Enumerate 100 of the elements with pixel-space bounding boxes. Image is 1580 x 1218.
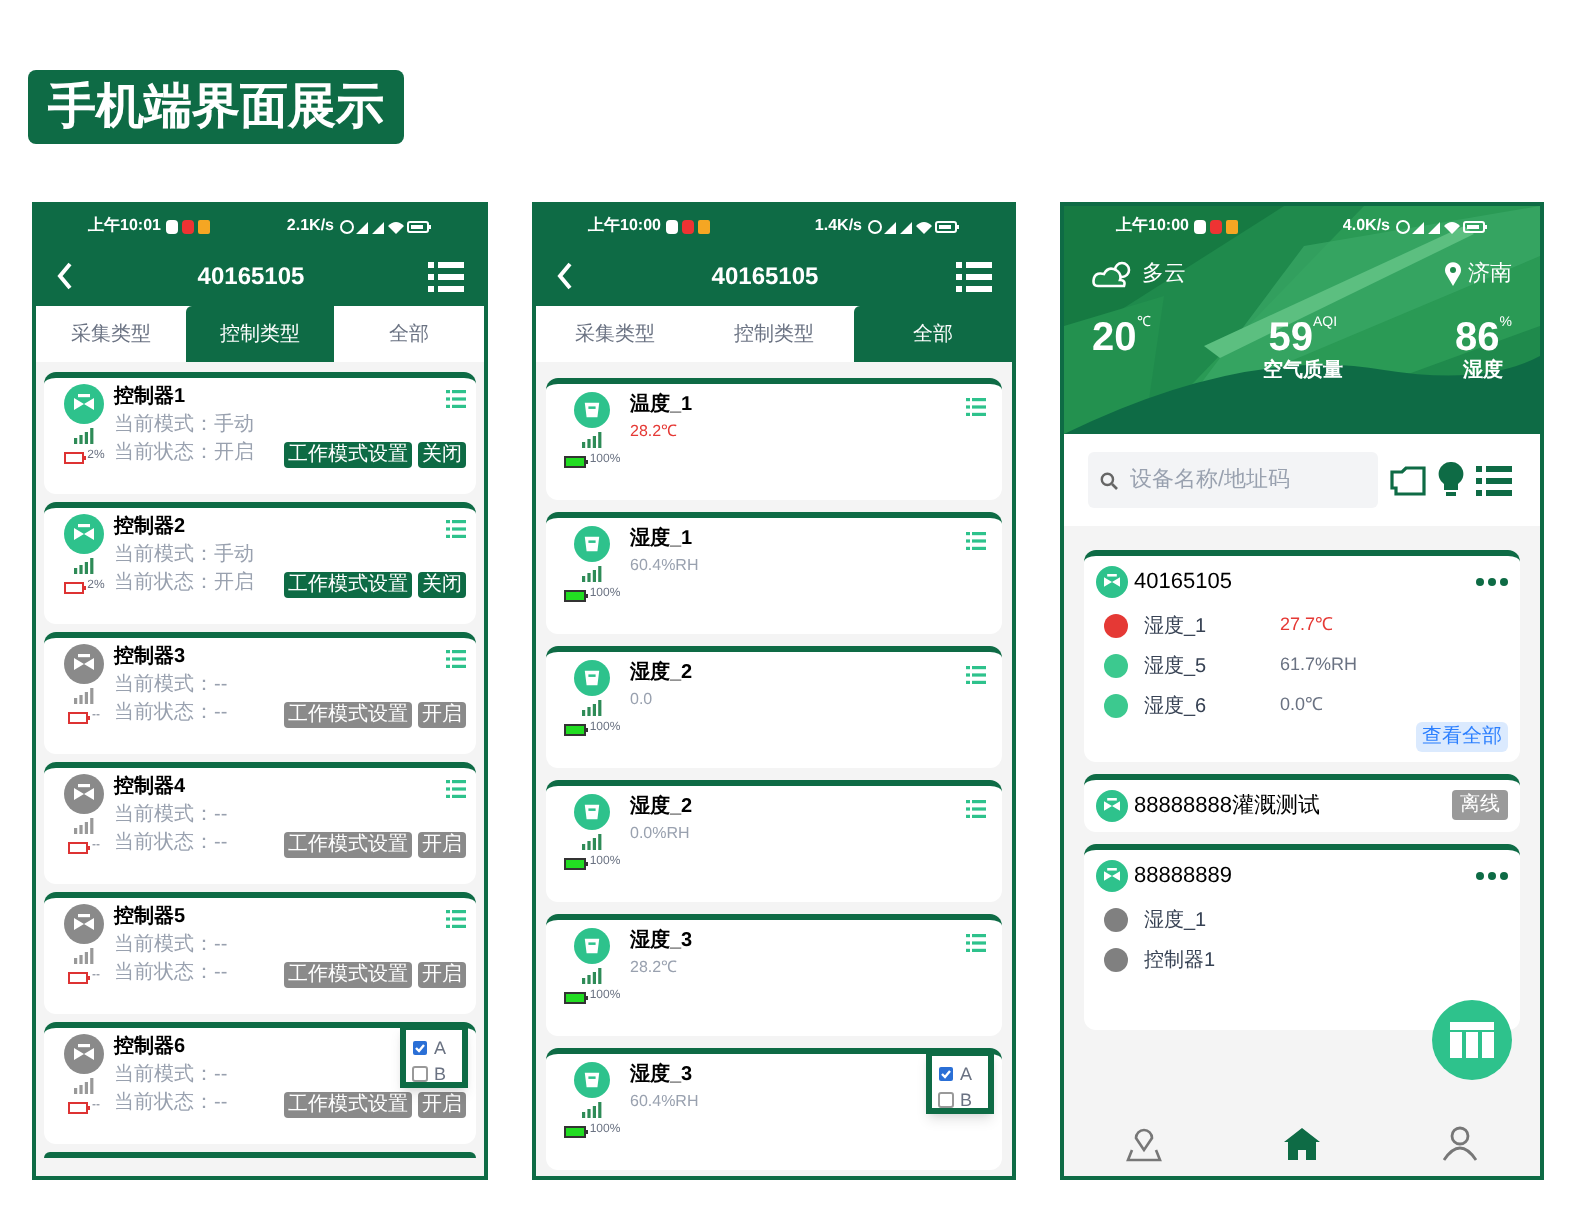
map-pin-icon[interactable] xyxy=(1125,1126,1162,1162)
stat-value: 20 xyxy=(1092,315,1137,359)
battery-icon xyxy=(63,581,86,593)
list-icon[interactable] xyxy=(446,389,466,407)
menu-icon[interactable] xyxy=(427,261,464,291)
list-icon[interactable] xyxy=(966,531,986,549)
view-all-link[interactable]: 查看全部 xyxy=(1416,721,1508,751)
title-banner: 手机端界面展示 xyxy=(28,70,404,144)
device-id: 88888888灌溉测试 xyxy=(1134,791,1320,821)
battery-icon xyxy=(68,711,90,723)
action-button[interactable]: 开启 xyxy=(418,701,466,727)
action-button[interactable]: 工作模式设置 xyxy=(284,441,412,467)
signal-icon xyxy=(582,834,602,850)
battery-icon xyxy=(68,841,90,853)
state-text: 当前状态：-- xyxy=(114,1090,228,1118)
device-name: 控制器6 xyxy=(114,1034,186,1062)
battery-icon xyxy=(563,1125,588,1137)
device-id: 88888889 xyxy=(1134,862,1232,892)
more-icon[interactable] xyxy=(1476,578,1508,587)
list-icon[interactable] xyxy=(446,519,466,537)
location-text: 济南 xyxy=(1468,259,1512,290)
device-name: 控制器4 xyxy=(114,774,186,802)
signal-icon xyxy=(582,1102,602,1118)
state-text: 当前状态：-- xyxy=(114,960,228,988)
mode-text: 当前模式：-- xyxy=(114,802,228,830)
checkbox[interactable] xyxy=(412,1040,428,1056)
weather-text: 多云 xyxy=(1142,260,1186,290)
sensor-icon xyxy=(574,794,610,830)
folder-icon[interactable] xyxy=(1390,465,1426,495)
item-name: 湿度_6 xyxy=(1144,693,1209,721)
battery-icon xyxy=(68,971,90,983)
option-label: A xyxy=(960,1062,973,1086)
table-icon xyxy=(1450,1022,1494,1058)
location-pin-icon xyxy=(1444,262,1462,287)
search-field[interactable]: 设备名称/地址码 xyxy=(1088,452,1378,508)
action-button[interactable]: 关闭 xyxy=(418,571,466,597)
more-icon[interactable] xyxy=(1476,872,1508,881)
list-icon[interactable] xyxy=(966,397,986,415)
home-icon[interactable] xyxy=(1283,1126,1320,1162)
item-reading: 27.7℃ xyxy=(1280,612,1334,639)
status-icons xyxy=(340,219,432,233)
device-name: 控制器5 xyxy=(114,904,186,932)
action-button[interactable]: 工作模式设置 xyxy=(284,1091,412,1117)
device-id: 40165105 xyxy=(1134,568,1232,598)
list-icon[interactable] xyxy=(966,665,986,683)
item-name: 湿度_5 xyxy=(1144,653,1209,681)
sensor-reading: 28.2℃ xyxy=(630,420,678,444)
stat-value: 59 xyxy=(1268,315,1313,359)
floating-action-button[interactable] xyxy=(1432,1000,1512,1080)
search-icon xyxy=(1100,472,1118,490)
signal-icon xyxy=(582,566,602,582)
status-icons xyxy=(868,219,960,233)
back-icon[interactable] xyxy=(556,262,574,290)
list-icon[interactable] xyxy=(446,779,466,797)
checkbox[interactable] xyxy=(938,1092,954,1108)
light-bulb-icon[interactable] xyxy=(1438,462,1464,498)
item-name: 湿度_1 xyxy=(1144,907,1209,935)
tab[interactable]: 全部 xyxy=(853,306,1012,362)
sensor-reading: 0.0 xyxy=(630,688,653,712)
list-icon[interactable] xyxy=(966,799,986,817)
state-text: 当前状态：-- xyxy=(114,830,228,858)
list-icon[interactable] xyxy=(966,933,986,951)
user-icon[interactable] xyxy=(1442,1126,1479,1162)
network-speed: 1.4K/s xyxy=(814,214,862,238)
screen-title: 40165105 xyxy=(711,260,819,294)
action-button[interactable]: 工作模式设置 xyxy=(284,571,412,597)
checkbox[interactable] xyxy=(938,1066,954,1082)
status-time: 上午10:00 xyxy=(1116,214,1189,238)
sensor-name: 湿度_2 xyxy=(630,794,693,822)
action-button[interactable]: 工作模式设置 xyxy=(284,961,412,987)
action-button[interactable]: 工作模式设置 xyxy=(284,701,412,727)
signal-icon xyxy=(74,948,94,964)
cloud-sun-icon xyxy=(1092,260,1136,289)
tab[interactable]: 控制类型 xyxy=(185,306,335,362)
action-button[interactable]: 关闭 xyxy=(418,441,466,467)
battery-icon xyxy=(563,455,588,467)
notification-icons xyxy=(1194,219,1239,233)
action-button[interactable]: 开启 xyxy=(418,831,466,857)
back-icon[interactable] xyxy=(56,262,74,290)
signal-icon xyxy=(582,432,602,448)
action-button[interactable]: 开启 xyxy=(418,1091,466,1117)
battery-icon xyxy=(563,991,588,1003)
device-name: 控制器1 xyxy=(114,384,186,412)
item-reading: 61.7%RH xyxy=(1280,652,1358,679)
option-label: B xyxy=(434,1062,447,1086)
sensor-icon xyxy=(574,526,610,562)
list-icon[interactable] xyxy=(446,649,466,667)
checkbox[interactable] xyxy=(412,1066,428,1082)
mode-text: 当前模式：手动 xyxy=(114,412,254,440)
notification-icons xyxy=(166,219,211,233)
status-icons xyxy=(1396,219,1488,233)
sensor-name: 湿度_3 xyxy=(630,928,693,956)
menu-icon[interactable] xyxy=(955,261,992,291)
action-button[interactable]: 开启 xyxy=(418,961,466,987)
signal-icon xyxy=(582,968,602,984)
item-name: 控制器1 xyxy=(1144,947,1218,975)
action-button[interactable]: 工作模式设置 xyxy=(284,831,412,857)
network-speed: 2.1K/s xyxy=(286,214,334,238)
list-icon[interactable] xyxy=(446,909,466,927)
menu-icon[interactable] xyxy=(1476,465,1512,495)
